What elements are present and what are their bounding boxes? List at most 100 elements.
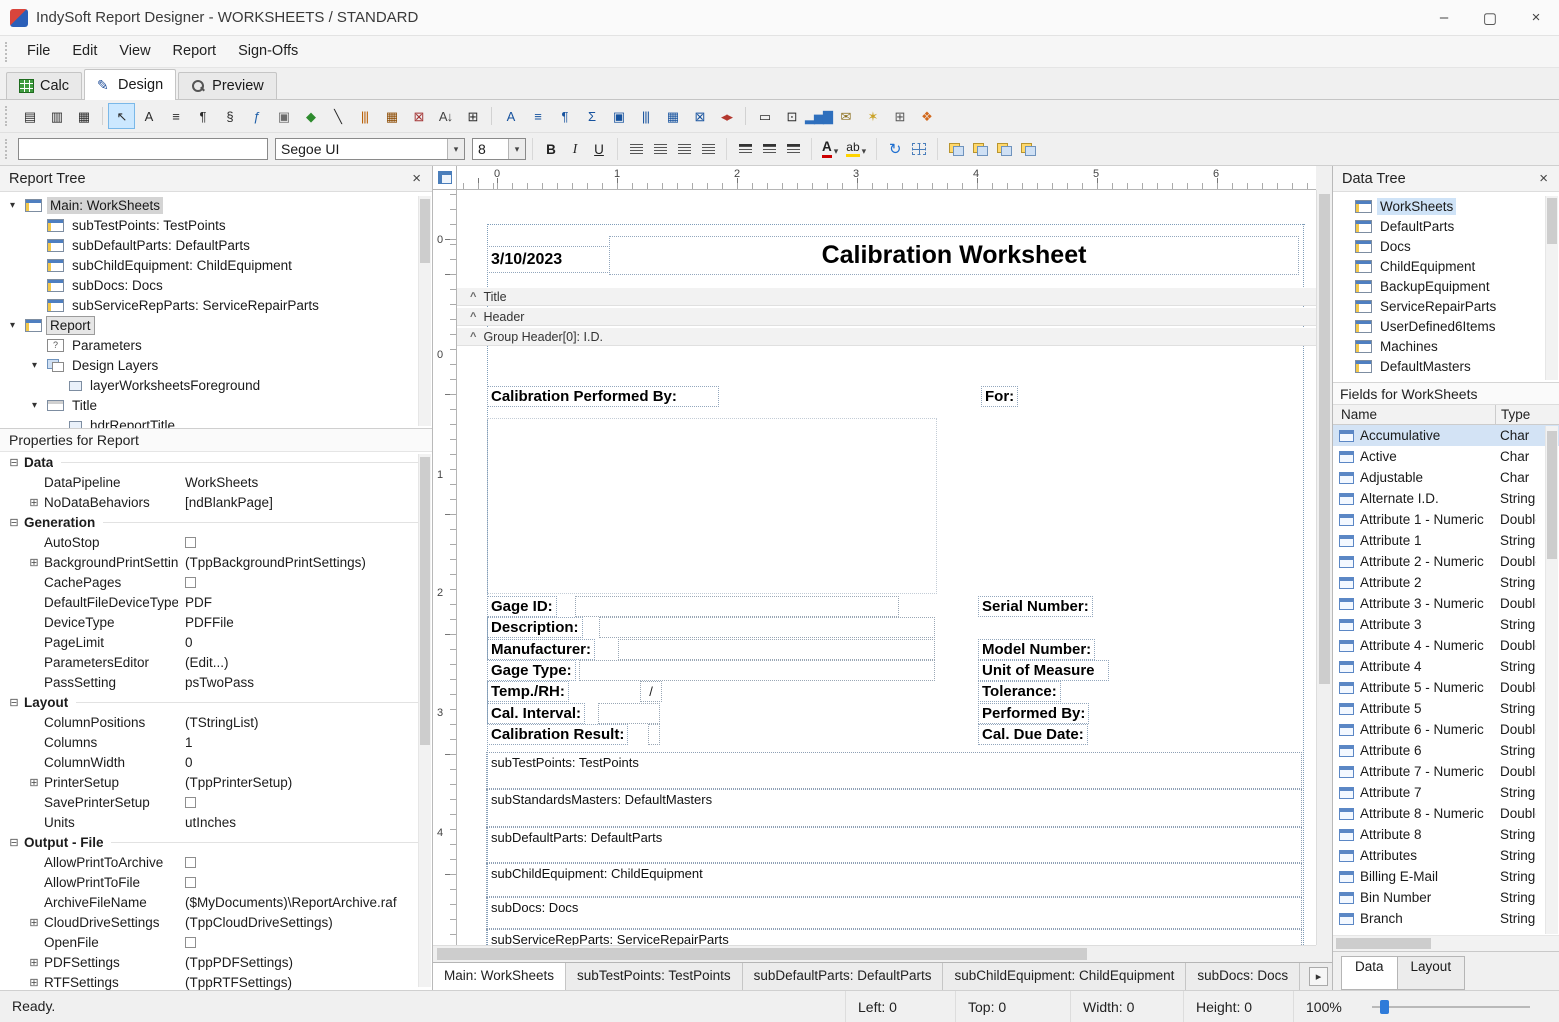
property-row[interactable]: ⊞ CloudDriveSettings (TppCloudDriveSetti… — [0, 912, 432, 932]
expander-icon[interactable]: ▾ — [10, 320, 25, 331]
expander-icon[interactable]: ⊟ — [8, 836, 20, 849]
property-row[interactable]: ⊟ Data — [0, 452, 432, 472]
fields-horizontal-scrollbar[interactable] — [1333, 935, 1559, 951]
matrix-tool-icon[interactable]: ⊞ — [886, 103, 913, 129]
label-model-number[interactable]: Model Number: — [978, 639, 1095, 660]
field-row[interactable]: Attribute 6 String — [1333, 740, 1559, 761]
data-tree-item[interactable]: ChildEquipment — [1333, 256, 1559, 276]
property-row[interactable]: PageLimit 0 — [0, 632, 432, 652]
property-value[interactable]: (TppPrinterSetup) — [185, 775, 416, 790]
checkbox-tool-icon[interactable]: ⊠ — [405, 103, 432, 129]
band-group-header[interactable]: ^Group Header[0]: I.D. — [457, 327, 1316, 346]
fields-column-type[interactable]: Type — [1495, 405, 1530, 424]
field-row[interactable]: Accumulative Char — [1333, 425, 1559, 446]
page-tab[interactable]: subTestPoints: TestPoints — [566, 963, 743, 990]
table-grid-tool-icon[interactable]: ⊞ — [459, 103, 486, 129]
richtext-tool-icon[interactable]: ¶ — [189, 103, 216, 129]
data-tree-item[interactable]: DefaultParts — [1333, 216, 1559, 236]
scrollbar-thumb[interactable] — [420, 457, 430, 745]
chart-tool-icon[interactable]: ▂▅▇ — [805, 103, 832, 129]
zoom-slider-thumb[interactable] — [1380, 1000, 1389, 1014]
label-description[interactable]: Description: — [487, 617, 583, 638]
temp-rh-field[interactable]: / — [640, 681, 662, 702]
dbcheckbox-tool-icon[interactable]: ⊠ — [686, 103, 713, 129]
gage-id-field[interactable] — [575, 596, 899, 617]
property-row[interactable]: ArchiveFileName ($MyDocuments)\ReportArc… — [0, 892, 432, 912]
label-calibration-performed-by[interactable]: Calibration Performed By: — [487, 386, 719, 407]
grid-settings-icon[interactable]: ▦ — [70, 103, 97, 129]
property-row[interactable]: CachePages — [0, 572, 432, 592]
property-row[interactable]: AutoStop — [0, 532, 432, 552]
cal-interval-field[interactable] — [598, 703, 660, 724]
dbnavigator-tool-icon[interactable]: ◂▸ — [713, 103, 740, 129]
page-tab[interactable]: subDocs: Docs — [1186, 963, 1300, 990]
toolbar-grip[interactable] — [5, 139, 10, 159]
dbtext-tool-icon[interactable]: A — [497, 103, 524, 129]
band-header[interactable]: ^Header — [457, 307, 1316, 326]
calibration-result-field[interactable] — [648, 724, 660, 745]
subreport-childequipment[interactable]: subChildEquipment: ChildEquipment — [486, 863, 1302, 897]
description-field[interactable] — [599, 617, 935, 638]
expander-icon[interactable]: ⊞ — [28, 916, 40, 929]
expander-icon[interactable]: ⊞ — [28, 956, 40, 969]
dbbarcode-2d-tool-icon[interactable]: ▦ — [659, 103, 686, 129]
valign-bottom-button[interactable] — [781, 138, 805, 160]
field-row[interactable]: Attribute 5 - Numeric Double — [1333, 677, 1559, 698]
report-tree-item[interactable]: hdrReportTitle — [0, 415, 432, 428]
scrollbar-thumb[interactable] — [437, 948, 1087, 960]
report-tree-item[interactable]: layerWorksheetsForeground — [0, 375, 432, 395]
data-tree-item[interactable]: Machines — [1333, 336, 1559, 356]
subreport-docs[interactable]: subDocs: Docs — [486, 897, 1302, 929]
label-performed-by[interactable]: Performed By: — [978, 703, 1089, 724]
subreport-standardsmasters[interactable]: subStandardsMasters: DefaultMasters — [486, 789, 1302, 827]
view-tab[interactable]: Calc — [6, 72, 82, 99]
expander-icon[interactable]: ▾ — [32, 360, 47, 371]
field-row[interactable]: Attribute 4 String — [1333, 656, 1559, 677]
property-value[interactable]: (TppPDFSettings) — [185, 955, 416, 970]
dbimage-tool-icon[interactable]: ▣ — [605, 103, 632, 129]
system-variable-tool-icon[interactable]: § — [216, 103, 243, 129]
property-value[interactable]: (Edit...) — [185, 655, 416, 670]
property-row[interactable]: OpenFile — [0, 932, 432, 952]
checkbox-icon[interactable] — [185, 877, 196, 888]
field-row[interactable]: Adjustable Char — [1333, 467, 1559, 488]
data-tree-item[interactable]: ServiceRepairParts — [1333, 296, 1559, 316]
field-row[interactable]: Attribute 8 String — [1333, 824, 1559, 845]
field-row[interactable]: Attribute 1 String — [1333, 530, 1559, 551]
field-row[interactable]: Attribute 7 - Numeric Double — [1333, 761, 1559, 782]
valign-top-button[interactable] — [733, 138, 757, 160]
label-gage-id[interactable]: Gage ID: — [487, 596, 557, 617]
font-size-select[interactable]: 8 — [472, 138, 526, 160]
collapse-band-icon[interactable]: ^ — [470, 311, 476, 323]
data-tree-item[interactable]: DefaultMasters — [1333, 356, 1559, 376]
label-for[interactable]: For: — [981, 386, 1018, 407]
label-tool-icon[interactable]: A — [135, 103, 162, 129]
data-layout-tab[interactable]: Layout — [1397, 956, 1466, 990]
property-row[interactable]: ColumnWidth 0 — [0, 752, 432, 772]
expander-icon[interactable]: ⊞ — [28, 496, 40, 509]
label-cal-due-date[interactable]: Cal. Due Date: — [978, 724, 1088, 745]
label-temp-rh[interactable]: Temp./RH: — [487, 681, 569, 702]
property-row[interactable]: DeviceType PDFFile — [0, 612, 432, 632]
report-tree-scrollbar[interactable] — [418, 196, 431, 426]
property-row[interactable]: ⊞ BackgroundPrintSettin (TppBackgroundPr… — [0, 552, 432, 572]
fields-scrollbar[interactable] — [1545, 426, 1558, 934]
view-tab[interactable]: Design — [84, 69, 176, 100]
align-left-button[interactable] — [624, 138, 648, 160]
bold-button[interactable]: B — [539, 138, 563, 160]
property-value[interactable] — [185, 797, 416, 808]
report-tree-item[interactable]: subDocs: Docs — [0, 275, 432, 295]
highlight-color-button[interactable]: ab — [842, 138, 870, 160]
barcode-2d-tool-icon[interactable]: ▦ — [378, 103, 405, 129]
checkbox-icon[interactable] — [185, 537, 196, 548]
label-gage-type[interactable]: Gage Type: — [487, 660, 576, 681]
close-icon[interactable]: × — [1537, 170, 1550, 187]
checkbox-icon[interactable] — [185, 857, 196, 868]
label-calibration-result[interactable]: Calibration Result: — [487, 724, 628, 745]
page-tab[interactable]: Main: WorkSheets — [433, 963, 566, 990]
label-cal-interval[interactable]: Cal. Interval: — [487, 703, 585, 724]
page-tab[interactable]: subChildEquipment: ChildEquipment — [943, 963, 1186, 990]
canvas-horizontal-scrollbar[interactable] — [433, 945, 1316, 962]
page-tab[interactable]: subDefaultParts: DefaultParts — [743, 963, 944, 990]
mail-tool-icon[interactable]: ✉ — [832, 103, 859, 129]
